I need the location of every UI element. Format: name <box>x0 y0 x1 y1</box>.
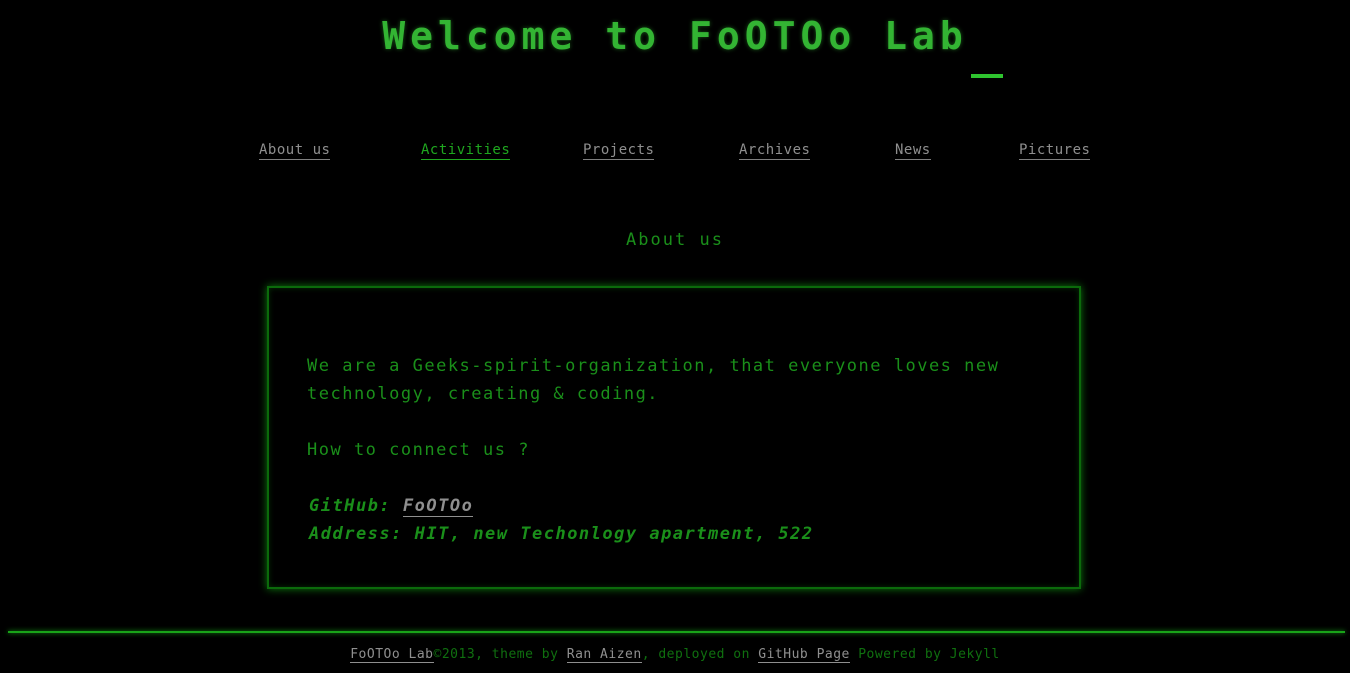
github-line: GitHub: FoOTOo <box>307 492 1047 520</box>
address-line: Address: HIT, new Techonlogy apartment, … <box>307 520 1047 548</box>
nav-projects[interactable]: Projects <box>583 142 655 160</box>
footer-copyright: ©2013, theme by <box>433 647 567 662</box>
footer-site-link[interactable]: FoOTOo Lab <box>350 647 434 663</box>
nav-activities[interactable]: Activities <box>421 142 511 160</box>
intro-text: We are a Geeks-spirit-organization, that… <box>307 356 1000 404</box>
nav-news[interactable]: News <box>895 142 931 160</box>
blinking-cursor <box>971 74 1003 78</box>
footer-deployed-text: , deployed on <box>641 647 759 662</box>
footer-divider <box>8 631 1345 633</box>
address-value: HIT, new Techonlogy apartment, 522 <box>414 524 814 544</box>
main-nav: About us Activities Projects Archives Ne… <box>0 142 1350 164</box>
content-body: We are a Geeks-spirit-organization, that… <box>307 352 1047 548</box>
footer-theme-author-link[interactable]: Ran Aizen <box>566 647 642 663</box>
section-heading: About us <box>626 230 724 250</box>
footer-host-link[interactable]: GitHub Page <box>758 647 850 663</box>
github-label: GitHub: <box>309 496 392 516</box>
nav-about-us[interactable]: About us <box>259 142 331 160</box>
address-label: Address: <box>309 524 403 544</box>
nav-pictures[interactable]: Pictures <box>1019 142 1091 160</box>
connect-question: How to connect us ? <box>307 440 530 460</box>
github-link[interactable]: FoOTOo <box>402 496 474 517</box>
site-title: Welcome to FoOTOo Lab <box>382 14 968 58</box>
nav-archives[interactable]: Archives <box>739 142 811 160</box>
page: Welcome to FoOTOo Lab About us Activitie… <box>0 0 1350 673</box>
footer-powered-text: Powered by Jekyll <box>849 647 1000 662</box>
footer: FoOTOo Lab©2013, theme by Ran Aizen, dep… <box>0 647 1350 663</box>
